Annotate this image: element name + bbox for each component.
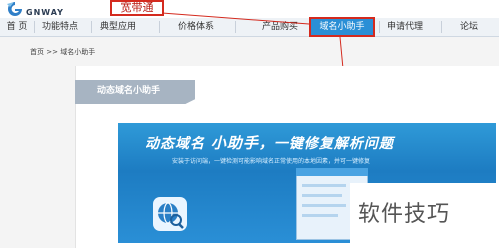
app-window-line xyxy=(302,214,338,217)
banner-title: 动态域名 小助手，一键修复解析问题 xyxy=(145,132,394,153)
breadcrumb: 首页 >> 域名小助手 xyxy=(30,47,95,57)
breadcrumb-current: 域名小助手 xyxy=(60,48,96,56)
app-window-line xyxy=(302,204,346,207)
banner-title-part1: 动态域名 xyxy=(145,136,205,152)
watermark-text: 软件技巧 xyxy=(358,202,451,227)
banner-description: 安装于访问端，一键检测可能影响域名正常使用的本地因素，并可一键修复 xyxy=(172,158,371,165)
app-window-titlebar xyxy=(296,168,368,176)
section-title: 动态域名小助手 xyxy=(75,80,195,104)
app-window-line xyxy=(302,184,346,187)
app-window-line xyxy=(302,194,342,197)
banner-title-part2: 小助手 xyxy=(210,134,259,152)
breadcrumb-home[interactable]: 首页 xyxy=(30,48,44,56)
banner-title-part3: ，一键修复解析问题 xyxy=(258,136,394,152)
breadcrumb-separator: >> xyxy=(46,48,58,56)
globe-search-icon xyxy=(153,197,187,231)
